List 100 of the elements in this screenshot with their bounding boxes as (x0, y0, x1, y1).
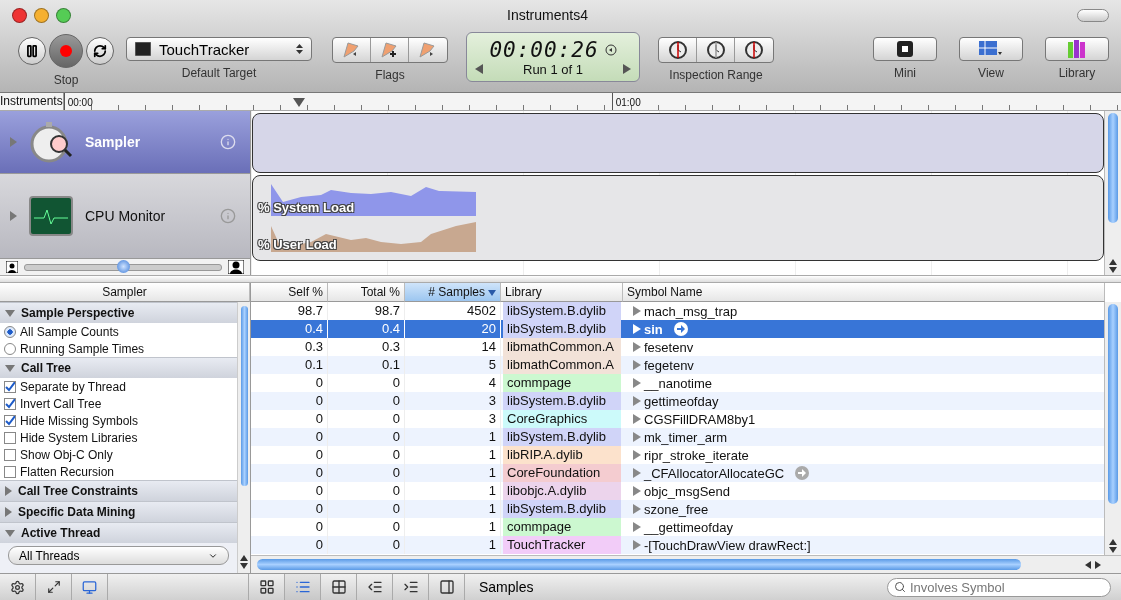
vertical-scrollbar[interactable] (1104, 111, 1121, 275)
table-row[interactable]: 0 0 1 libSystem.B.dylib szone_free (251, 500, 1104, 518)
library-tag: libRIP.A.dylib (503, 446, 621, 464)
flag-icon (341, 42, 362, 58)
option-label: Running Sample Times (20, 341, 145, 356)
option-label: Hide System Libraries (20, 430, 138, 445)
scroll-down-icon[interactable] (240, 563, 248, 569)
view-label: View (978, 66, 1004, 80)
mini-button[interactable] (873, 37, 937, 61)
next-run-icon[interactable] (623, 64, 631, 74)
info-icon[interactable] (220, 208, 236, 224)
scroll-down-icon[interactable] (1109, 547, 1117, 553)
person-small-icon (6, 261, 18, 273)
column-header[interactable]: Library (501, 283, 623, 302)
disclosure-icon[interactable] (5, 529, 15, 537)
table-row[interactable]: 0.1 0.1 5 libmathCommon.A fegetenv (251, 356, 1104, 374)
table-row[interactable]: 0 0 1 TouchTracker -[TouchDrawView drawRect:] (251, 536, 1104, 554)
slider-thumb[interactable] (117, 259, 130, 273)
pause-button[interactable] (18, 37, 46, 65)
search-field[interactable]: Involves Symbol (887, 577, 1111, 597)
section-header[interactable]: Sample Perspective (0, 302, 237, 323)
grid-icon (258, 579, 275, 595)
vertical-scrollbar[interactable] (237, 302, 250, 573)
column-header: Sampler (0, 283, 250, 302)
stopwatch-icon (29, 120, 73, 164)
column-header[interactable]: Total % (328, 283, 405, 302)
instrument-name: CPU Monitor (85, 208, 167, 224)
option-label: Invert Call Tree (20, 396, 102, 411)
table-row[interactable]: 0 0 1 CoreFoundation _CFAllocatorAllocateGC (251, 464, 1104, 482)
symbol-name: _CFAllocatorAllocateGC (644, 465, 785, 481)
section-title: Sample Perspective (21, 306, 135, 320)
scroll-up-icon[interactable] (1109, 539, 1117, 545)
zoom-slider[interactable] (24, 263, 222, 271)
symbol-name: fesetenv (644, 339, 694, 355)
zoom-button[interactable] (56, 7, 71, 23)
section-title: Specific Data Mining (18, 505, 136, 519)
library-button[interactable] (1045, 37, 1109, 61)
table-cell: 0 (328, 536, 405, 554)
clock-icon (604, 43, 617, 56)
updown-icon (296, 43, 303, 55)
checkbox[interactable] (4, 397, 16, 410)
checkbox[interactable] (4, 448, 16, 461)
horizontal-scrollbar[interactable] (251, 555, 1121, 573)
scroll-right-icon[interactable] (1095, 560, 1101, 569)
column-header[interactable]: Self % (251, 283, 328, 302)
go-arrow-button[interactable] (795, 466, 810, 480)
previous-run-icon[interactable] (475, 64, 483, 74)
sort-down-icon (488, 290, 496, 296)
library-tag: commpage (503, 374, 621, 392)
checkbox[interactable] (4, 465, 16, 478)
disclosure-icon[interactable] (10, 211, 17, 221)
go-arrow-button[interactable] (673, 322, 688, 336)
scroll-up-icon[interactable] (1109, 259, 1117, 265)
playhead-icon[interactable] (292, 98, 305, 107)
vertical-scrollbar[interactable] (1104, 302, 1121, 555)
disclosure-icon[interactable] (5, 364, 15, 372)
scroll-up-icon[interactable] (240, 555, 248, 561)
time-label: 01:00 (611, 93, 1121, 110)
radio-button[interactable] (4, 325, 16, 338)
section-header[interactable]: Specific Data Mining (0, 501, 237, 522)
record-label: Stop (53, 73, 79, 87)
scroll-down-icon[interactable] (1109, 267, 1117, 273)
checkbox[interactable] (4, 431, 16, 444)
table-cell: 0 (251, 536, 328, 554)
toolbar-toggle-button[interactable] (1077, 8, 1109, 22)
checkbox[interactable] (4, 414, 16, 427)
flag-icon (418, 42, 438, 58)
run-counter: Run 1 of 1 (523, 61, 583, 77)
minimize-button[interactable] (34, 7, 49, 23)
library-tag: libSystem.B.dylib (503, 428, 621, 446)
section-header[interactable]: Call Tree Constraints (0, 480, 237, 501)
checkbox[interactable] (4, 380, 16, 393)
target-popup[interactable]: TouchTracker (126, 37, 312, 61)
inspection-range-label: Inspection Range (669, 68, 763, 82)
thread-popup[interactable]: All Threads (8, 546, 229, 565)
view-button[interactable] (959, 37, 1023, 61)
loop-button[interactable] (86, 37, 114, 65)
stop-square-icon (897, 41, 913, 57)
table-row[interactable]: 0.4 0.4 20 libSystem.B.dylib sin (251, 320, 1104, 338)
section-title: Active Thread (21, 526, 101, 540)
library-tag: libmathCommon.A (503, 338, 621, 356)
column-header[interactable]: # Samples (405, 283, 501, 302)
scroll-left-icon[interactable] (1085, 560, 1091, 569)
radio-button[interactable] (4, 342, 16, 355)
indent-icon (402, 579, 419, 595)
record-button[interactable] (49, 34, 83, 68)
library-label: Library (1058, 66, 1096, 80)
disclosure-icon[interactable] (5, 309, 15, 317)
table-row[interactable]: 0 0 1 libSystem.B.dylib mk_timer_arm (251, 428, 1104, 446)
library-tag: libSystem.B.dylib (503, 320, 621, 338)
instrument-row[interactable]: CPU Monitor (0, 174, 250, 259)
breadcrumb[interactable]: Samples (465, 574, 552, 600)
table-row[interactable]: 0 0 3 libSystem.B.dylib gettimeofday (251, 392, 1104, 410)
close-button[interactable] (12, 7, 27, 23)
time-ruler[interactable]: 00:00 01:00 (63, 93, 1121, 110)
library-tag: libobjc.A.dylib (503, 482, 621, 500)
column-header[interactable]: Symbol Name (623, 283, 1105, 302)
section-header[interactable]: Active Thread (0, 522, 237, 543)
flags-label: Flags (375, 68, 405, 82)
section-header[interactable]: Call Tree (0, 357, 237, 378)
